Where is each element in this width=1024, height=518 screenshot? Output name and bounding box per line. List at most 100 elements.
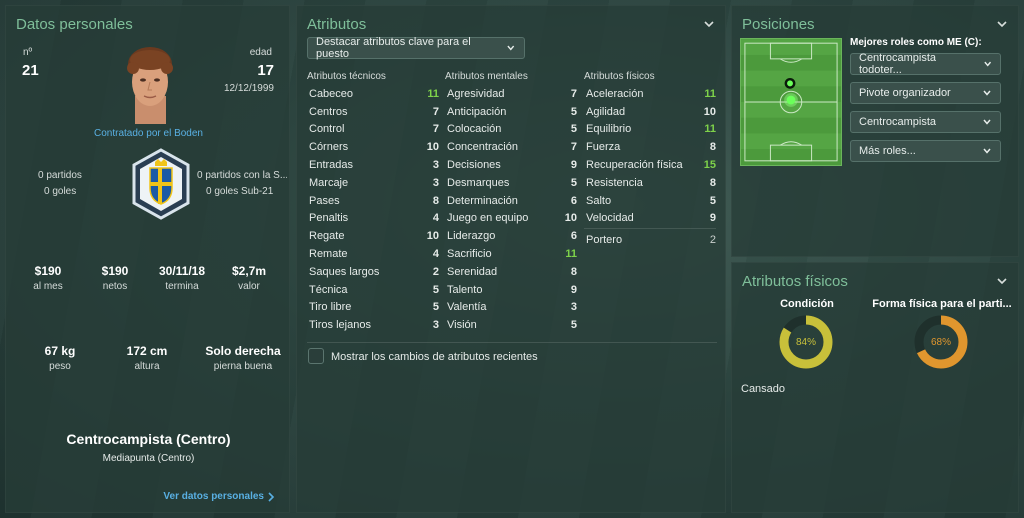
attribute-row[interactable]: Penaltis 4 bbox=[307, 210, 439, 228]
attribute-row[interactable]: Visión 5 bbox=[445, 316, 577, 334]
attribute-row[interactable]: Sacrificio 11 bbox=[445, 245, 577, 263]
market-value-label: valor bbox=[238, 281, 260, 292]
age-value: 17 bbox=[257, 62, 274, 79]
attribute-value: 8 bbox=[709, 176, 716, 189]
attribute-value: 11 bbox=[427, 87, 439, 100]
view-personal-data-label[interactable]: Ver datos personales bbox=[163, 491, 264, 502]
attributes-panel: Atributos Destacar atributos clave para … bbox=[296, 5, 726, 513]
chevron-down-icon bbox=[997, 278, 1007, 285]
attribute-name: Cabeceo bbox=[309, 87, 354, 100]
height-value: 172 cm bbox=[126, 344, 168, 358]
contract-end-value: 30/11/18 bbox=[158, 264, 206, 278]
chevron-down-icon bbox=[704, 21, 714, 28]
attribute-name: Decisiones bbox=[447, 159, 501, 172]
height: 172 cm altura bbox=[112, 344, 182, 372]
attribute-row[interactable]: Desmarques 5 bbox=[445, 174, 577, 192]
attribute-row[interactable]: Velocidad 9 bbox=[584, 210, 716, 228]
highlight-attributes-dropdown[interactable]: Destacar atributos clave para el puesto bbox=[307, 36, 525, 60]
condition-label: Condición bbox=[780, 298, 834, 310]
attribute-value: 10 bbox=[703, 105, 716, 118]
attribute-row[interactable]: Agilidad 10 bbox=[584, 103, 716, 121]
attribute-row[interactable]: Juego en equipo 10 bbox=[445, 210, 577, 228]
role-dropdown-1[interactable]: Centrocampista todoter... bbox=[850, 52, 1001, 76]
attribute-row[interactable]: Control 7 bbox=[307, 121, 439, 139]
attribute-row[interactable]: Anticipación 5 bbox=[445, 103, 577, 121]
attribute-row[interactable]: Pases 8 bbox=[307, 192, 439, 210]
technical-header: Atributos técnicos bbox=[307, 71, 386, 82]
physical-panel: Atributos físicos Condición Forma física… bbox=[731, 262, 1019, 513]
attribute-value: 4 bbox=[432, 248, 439, 261]
weight-value: 67 kg bbox=[44, 344, 76, 358]
attribute-row[interactable]: Entradas 3 bbox=[307, 156, 439, 174]
attribute-row[interactable]: Tiro libre 5 bbox=[307, 299, 439, 317]
attribute-row[interactable]: Serenidad 8 bbox=[445, 263, 577, 281]
attribute-row[interactable]: Regate 10 bbox=[307, 227, 439, 245]
attribute-row[interactable]: Córners 10 bbox=[307, 138, 439, 156]
attribute-row[interactable]: Talento 9 bbox=[445, 281, 577, 299]
attribute-value: 10 bbox=[426, 230, 439, 243]
attribute-row[interactable]: Cabeceo 11 bbox=[307, 85, 439, 103]
attribute-name: Técnica bbox=[309, 283, 348, 296]
attribute-row[interactable]: Saques largos 2 bbox=[307, 263, 439, 281]
attribute-row[interactable]: Técnica 5 bbox=[307, 281, 439, 299]
goals-count: 0 goles bbox=[44, 186, 77, 197]
physical-collapse-button[interactable] bbox=[996, 275, 1008, 287]
attribute-row[interactable]: Marcaje 3 bbox=[307, 174, 439, 192]
view-personal-data-link[interactable]: Ver datos personales bbox=[163, 491, 275, 502]
recent-changes-label[interactable]: Mostrar los cambios de atributos recient… bbox=[331, 351, 538, 363]
attribute-row[interactable]: Remate 4 bbox=[307, 245, 439, 263]
attribute-name: Marcaje bbox=[309, 176, 349, 189]
attribute-row[interactable]: Determinación 6 bbox=[445, 192, 577, 210]
weight: 67 kg peso bbox=[25, 344, 95, 372]
attribute-row[interactable]: Tiros lejanos 3 bbox=[307, 316, 439, 334]
attribute-row[interactable]: Portero 2 bbox=[584, 231, 716, 249]
number-label: nº bbox=[23, 47, 33, 58]
market-value-value: $2,7m bbox=[231, 264, 267, 278]
attribute-name: Salto bbox=[586, 194, 612, 207]
recent-changes-checkbox[interactable] bbox=[308, 348, 324, 364]
attribute-name: Valentía bbox=[447, 301, 487, 314]
position-pitch[interactable] bbox=[740, 38, 842, 166]
attribute-name: Colocación bbox=[447, 123, 502, 136]
attribute-name: Recuperación física bbox=[586, 159, 683, 172]
market-value: $2,7m valor bbox=[214, 264, 284, 292]
attribute-value: 3 bbox=[432, 176, 439, 189]
attribute-row[interactable]: Concentración 7 bbox=[445, 138, 577, 156]
role-dropdown-2[interactable]: Pivote organizador bbox=[850, 82, 1001, 104]
attribute-row[interactable]: Recuperación física 15 bbox=[584, 156, 716, 174]
contracted-by-link[interactable]: Contratado por el Boden bbox=[94, 128, 203, 139]
national-team-badge bbox=[132, 148, 190, 220]
attribute-row[interactable]: Equilibrio 11 bbox=[584, 121, 716, 139]
attributes-collapse-button[interactable] bbox=[703, 18, 715, 30]
birthdate: 12/12/1999 bbox=[223, 83, 274, 94]
attribute-value: 2 bbox=[709, 233, 716, 246]
attribute-row[interactable]: Centros 7 bbox=[307, 103, 439, 121]
wage-monthly-label: al mes bbox=[33, 281, 63, 292]
attribute-name: Córners bbox=[309, 141, 349, 154]
attribute-row[interactable]: Salto 5 bbox=[584, 192, 716, 210]
attribute-row[interactable]: Resistencia 8 bbox=[584, 174, 716, 192]
attribute-name: Pases bbox=[309, 194, 340, 207]
attribute-name: Aceleración bbox=[586, 87, 644, 100]
personal-data-panel: Datos personales nº 21 edad 17 12/12/199… bbox=[5, 5, 290, 513]
best-roles-label: Mejores roles como ME (C): bbox=[850, 37, 982, 48]
attribute-value: 5 bbox=[570, 319, 577, 332]
attribute-value: 9 bbox=[570, 283, 577, 296]
more-roles-dropdown[interactable]: Más roles... bbox=[850, 140, 1001, 162]
wage-monthly: $190 al mes bbox=[13, 264, 83, 292]
role-dropdown-3[interactable]: Centrocampista bbox=[850, 111, 1001, 133]
attribute-row[interactable]: Decisiones 9 bbox=[445, 156, 577, 174]
attribute-name: Remate bbox=[309, 248, 348, 261]
attribute-row[interactable]: Aceleración 11 bbox=[584, 85, 716, 103]
physical-attributes-list: Aceleración 11 Agilidad 10 Equilibrio 11 Fuerz… bbox=[584, 85, 716, 227]
chevron-down-icon bbox=[983, 61, 991, 67]
attribute-row[interactable]: Valentía 3 bbox=[445, 299, 577, 317]
attribute-row[interactable]: Colocación 5 bbox=[445, 121, 577, 139]
attribute-value: 5 bbox=[432, 301, 439, 314]
attribute-row[interactable]: Liderazgo 6 bbox=[445, 227, 577, 245]
positions-collapse-button[interactable] bbox=[996, 18, 1008, 30]
attribute-row[interactable]: Agresividad 7 bbox=[445, 85, 577, 103]
attributes-title: Atributos bbox=[307, 16, 367, 33]
attribute-row[interactable]: Fuerza 8 bbox=[584, 138, 716, 156]
attribute-name: Velocidad bbox=[586, 212, 634, 225]
